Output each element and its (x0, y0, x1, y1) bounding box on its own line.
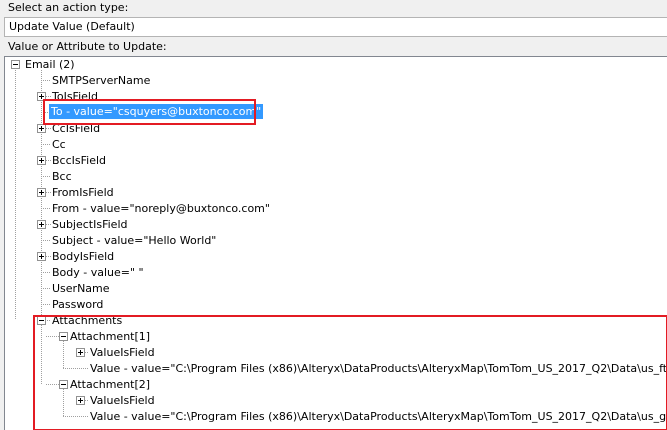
tree-node-fromisfield[interactable]: FromIsField (51, 185, 115, 201)
tree-node-body[interactable]: Body - value=" " (51, 265, 145, 281)
tree-node-password[interactable]: Password (51, 297, 104, 313)
tree-node-subjectisfield[interactable]: SubjectIsField (51, 217, 129, 233)
tree-node-bodyisfield[interactable]: BodyIsField (51, 249, 115, 265)
tree-node-bccisfield[interactable]: BccIsField (51, 153, 107, 169)
tree-node-username[interactable]: UserName (51, 281, 111, 297)
tree-node-bcc[interactable]: Bcc (51, 169, 73, 185)
attachments-highlight-box (33, 315, 667, 430)
expand-subjectisfield-icon[interactable] (37, 220, 46, 229)
tree-node-from[interactable]: From - value="noreply@buxtonco.com" (51, 201, 271, 217)
tree-node-smtpservername[interactable]: SMTPServerName (51, 73, 151, 89)
action-type-value: Update Value (Default) (9, 20, 135, 33)
tree-node-cc[interactable]: Cc (51, 137, 67, 153)
action-type-dropdown[interactable]: Update Value (Default) (4, 17, 667, 37)
tree-label: Value or Attribute to Update: (8, 40, 167, 53)
tree-node-email[interactable]: Email (2) (24, 57, 76, 73)
collapse-email-icon[interactable] (11, 60, 20, 69)
to-highlight-box (43, 99, 256, 125)
expand-bodyisfield-icon[interactable] (37, 252, 46, 261)
action-config-panel: Select an action type: Update Value (Def… (0, 0, 667, 430)
expand-fromisfield-icon[interactable] (37, 188, 46, 197)
value-tree[interactable]: Email (2) SMTPServerName ToIsField To - … (4, 56, 667, 430)
expand-bccisfield-icon[interactable] (37, 156, 46, 165)
action-type-label: Select an action type: (8, 1, 129, 14)
tree-node-subject[interactable]: Subject - value="Hello World" (51, 233, 217, 249)
expand-ccisfield-icon[interactable] (37, 124, 46, 133)
